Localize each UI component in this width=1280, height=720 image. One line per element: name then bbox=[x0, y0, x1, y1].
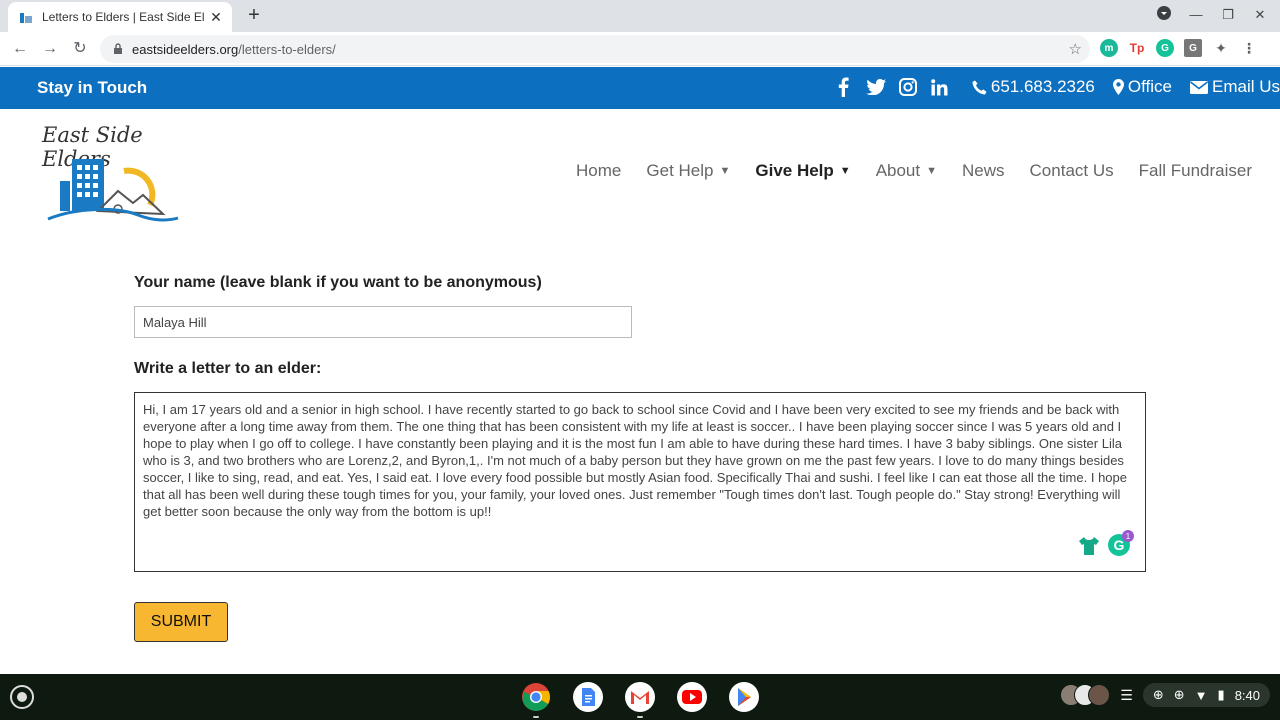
address-bar[interactable]: eastsideelders.org/letters-to-elders/ ☆ bbox=[100, 35, 1090, 63]
url-domain: eastsideelders.org bbox=[132, 41, 239, 57]
instagram-icon[interactable] bbox=[898, 77, 918, 97]
add-circle-icon: ⊕ bbox=[1152, 687, 1164, 702]
site-header: East Side Elders Home Get Help ▼ Give Hel… bbox=[0, 109, 1280, 234]
close-tab-icon[interactable]: ✕ bbox=[208, 9, 224, 25]
window-controls: — ❐ ✕ bbox=[1154, 6, 1270, 23]
phone-link[interactable]: 651.683.2326 bbox=[972, 77, 1095, 97]
nav-contact-us[interactable]: Contact Us bbox=[1030, 161, 1114, 181]
avatar-stack[interactable] bbox=[1060, 684, 1111, 706]
chrome-app-icon[interactable] bbox=[520, 681, 552, 718]
browser-toolbar: ← → ↻ eastsideelders.org/letters-to-elde… bbox=[0, 32, 1280, 66]
clock-time: 8:40 bbox=[1234, 687, 1260, 703]
email-link[interactable]: Email Us bbox=[1189, 77, 1280, 97]
extension-m-icon[interactable]: m bbox=[1100, 39, 1118, 57]
forward-icon[interactable]: → bbox=[40, 39, 60, 59]
wifi-icon: ▼ bbox=[1194, 687, 1208, 703]
nav-get-help[interactable]: Get Help ▼ bbox=[646, 161, 730, 181]
name-field-label: Your name (leave blank if you want to be… bbox=[134, 274, 542, 291]
bookmark-star-icon[interactable]: ☆ bbox=[1069, 40, 1082, 58]
letter-textarea[interactable]: Hi, I am 17 years old and a senior in hi… bbox=[134, 392, 1146, 572]
battery-icon: ▮ bbox=[1217, 687, 1225, 702]
back-icon[interactable]: ← bbox=[10, 39, 30, 59]
nav-contact-label: Contact Us bbox=[1029, 161, 1114, 180]
shelf-apps bbox=[520, 681, 760, 718]
office-link[interactable]: Office bbox=[1112, 77, 1172, 97]
site-favicon-icon bbox=[18, 9, 34, 25]
url-path: /letters-to-elders/ bbox=[238, 41, 336, 57]
menu-kebab-icon[interactable]: ⋮ bbox=[1240, 39, 1258, 57]
name-input[interactable]: Malaya Hill bbox=[134, 306, 632, 338]
letter-field-label: Write a letter to an elder: bbox=[134, 360, 322, 377]
phone-number: 651.683.2326 bbox=[990, 77, 1095, 96]
topbar-contact-links: 651.683.2326 Office Email Us bbox=[834, 77, 1280, 97]
office-label: Office bbox=[1127, 77, 1172, 96]
extension-g-icon[interactable]: G bbox=[1184, 39, 1202, 57]
reload-icon[interactable]: ↻ bbox=[70, 39, 90, 59]
chevron-down-icon: ▼ bbox=[719, 165, 731, 177]
os-shelf: ☰ ⊕ ⊕ ▼ ▮ 8:40 bbox=[0, 674, 1280, 720]
extension-tp-icon[interactable]: Tp bbox=[1128, 39, 1146, 57]
logo-graphic-icon bbox=[47, 159, 179, 222]
add-circle-icon: ⊕ bbox=[1173, 687, 1185, 702]
main-nav: Home Get Help ▼ Give Help ▼ About ▼ News Co… bbox=[551, 161, 1252, 181]
nav-news-label: News bbox=[962, 161, 1005, 180]
stay-in-touch-label: Stay in Touch bbox=[37, 78, 148, 97]
media-queue-icon[interactable]: ☰ bbox=[1120, 687, 1133, 704]
nav-home-label: Home bbox=[576, 161, 622, 180]
nav-about[interactable]: About ▼ bbox=[876, 161, 937, 181]
system-status-pill[interactable]: ⊕ ⊕ ▼ ▮ 8:40 bbox=[1142, 683, 1270, 707]
nav-give-help-label: Give Help bbox=[755, 161, 834, 180]
nav-about-label: About bbox=[875, 161, 921, 180]
close-window-icon[interactable]: ✕ bbox=[1250, 7, 1270, 23]
nav-give-help[interactable]: Give Help ▼ bbox=[755, 161, 850, 181]
nav-fall-fundraiser[interactable]: Fall Fundraiser bbox=[1139, 161, 1252, 181]
twitter-icon[interactable] bbox=[865, 77, 886, 97]
profile-dropdown-icon[interactable] bbox=[1154, 6, 1174, 23]
url-text: eastsideelders.org/letters-to-elders/ bbox=[132, 42, 336, 57]
envelope-icon bbox=[1189, 80, 1208, 94]
linkedin-icon[interactable] bbox=[930, 77, 950, 97]
new-tab-button[interactable]: + bbox=[244, 5, 264, 26]
restore-icon[interactable]: ❐ bbox=[1218, 7, 1238, 23]
phone-icon bbox=[972, 80, 987, 94]
nav-news[interactable]: News bbox=[962, 161, 1005, 181]
youtube-app-icon[interactable] bbox=[676, 681, 708, 713]
play-store-app-icon[interactable] bbox=[728, 681, 760, 713]
grammarly-extension-icon[interactable]: G bbox=[1156, 39, 1174, 57]
letter-form: Your name (leave blank if you want to be… bbox=[0, 234, 1280, 674]
facebook-icon[interactable] bbox=[834, 77, 854, 97]
nav-fundraiser-label: Fall Fundraiser bbox=[1138, 161, 1252, 180]
submit-button[interactable]: SUBMIT bbox=[134, 602, 228, 642]
tab-title: Letters to Elders | East Side Elders bbox=[42, 10, 204, 24]
tshirt-icon[interactable] bbox=[1078, 536, 1100, 556]
chevron-down-icon: ▼ bbox=[926, 165, 938, 177]
email-label: Email Us bbox=[1211, 77, 1280, 96]
avatar bbox=[1088, 684, 1111, 706]
gmail-app-icon[interactable] bbox=[624, 681, 656, 718]
browser-tabstrip: Letters to Elders | East Side Elders ✕ +… bbox=[0, 0, 1280, 32]
launcher-icon[interactable] bbox=[10, 685, 34, 709]
map-pin-icon bbox=[1112, 79, 1124, 95]
lock-icon bbox=[114, 43, 122, 54]
chevron-down-icon: ▼ bbox=[839, 165, 851, 177]
nav-home[interactable]: Home bbox=[576, 161, 621, 181]
site-logo[interactable]: East Side Elders bbox=[38, 119, 188, 229]
grammarly-count-badge: 1 bbox=[1122, 530, 1134, 542]
browser-tab[interactable]: Letters to Elders | East Side Elders ✕ bbox=[8, 2, 232, 32]
status-tray: ☰ ⊕ ⊕ ▼ ▮ 8:40 bbox=[1060, 683, 1270, 707]
nav-get-help-label: Get Help bbox=[646, 161, 714, 180]
docs-app-icon[interactable] bbox=[572, 681, 604, 713]
extensions-row: m Tp G G ✦ ⋮ bbox=[1100, 39, 1258, 57]
minimize-icon[interactable]: — bbox=[1186, 7, 1206, 22]
site-topbar: Stay in Touch 651.683.2326 Office Email … bbox=[0, 67, 1280, 109]
extensions-puzzle-icon[interactable]: ✦ bbox=[1212, 39, 1230, 57]
